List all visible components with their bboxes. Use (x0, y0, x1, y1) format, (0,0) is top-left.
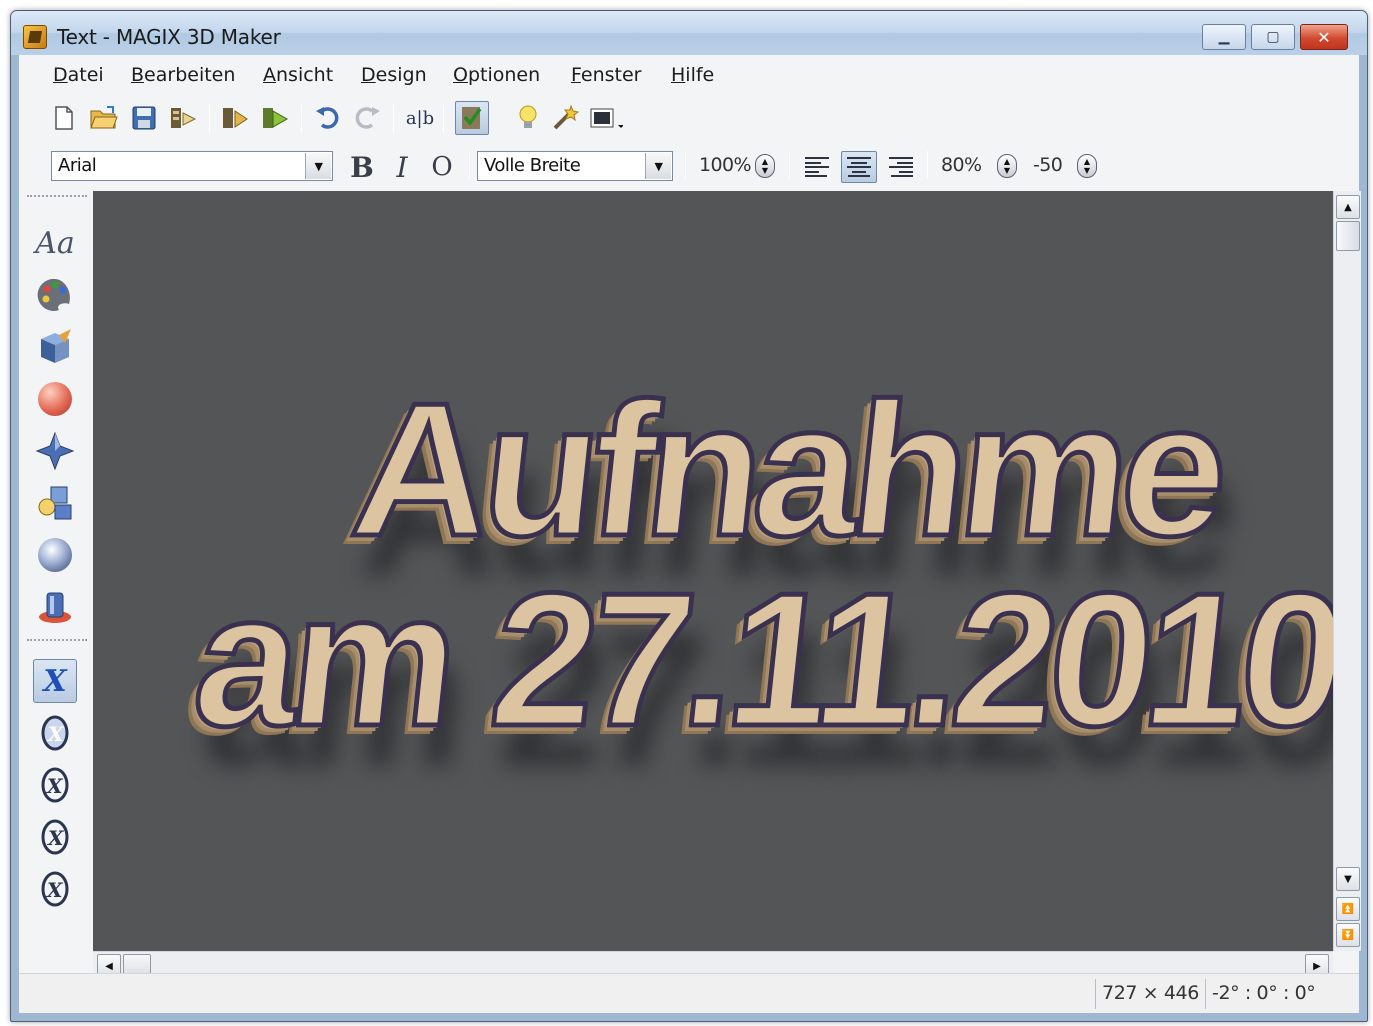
save-icon[interactable] (127, 101, 161, 135)
color-palette-icon[interactable] (33, 273, 77, 317)
magic-wand-icon[interactable] (549, 101, 583, 135)
import-icon[interactable] (219, 101, 253, 135)
menu-bar: Datei Bearbeiten Ansicht Design Optionen… (19, 55, 1359, 97)
shapes-icon[interactable] (33, 481, 77, 525)
minimize-button[interactable]: ▁ (1202, 24, 1246, 50)
export-icon[interactable] (167, 101, 201, 135)
char-spacing-spinner[interactable]: ▲ ▼ (1077, 154, 1097, 178)
close-icon: ✕ (1317, 27, 1331, 47)
toolbar-separator (927, 151, 928, 179)
menu-optionen[interactable]: Optionen (453, 64, 540, 86)
page-down-button[interactable]: ⏬ (1336, 923, 1360, 947)
tool-panel: Aa X X X X X (19, 191, 93, 973)
page-up-button[interactable]: ⏫ (1336, 897, 1360, 921)
size-spinner[interactable]: ▲ ▼ (755, 154, 775, 178)
toolbar-separator (393, 105, 394, 133)
reflection-sphere-icon[interactable] (33, 533, 77, 577)
text-line-2: am 27.11.2010 (183, 552, 1333, 769)
vertical-scrollbar[interactable]: ▲ ▼ ⏫ ⏬ (1333, 191, 1361, 951)
panel-grip[interactable] (27, 195, 87, 199)
svg-text:X: X (46, 722, 65, 746)
outline-button[interactable]: O (425, 151, 459, 183)
align-left-icon (805, 157, 829, 177)
3d-text-render[interactable]: Aufnahme am 27.11.2010 (93, 191, 1333, 951)
italic-button[interactable]: I (385, 151, 419, 184)
align-center-icon (847, 157, 871, 177)
width-mode-value: Volle Breite (484, 155, 581, 176)
size-value[interactable]: 100% (699, 154, 752, 176)
vertical-scroll-thumb[interactable] (1336, 221, 1360, 251)
render-area-icon[interactable] (589, 101, 623, 135)
scroll-down-button[interactable]: ▼ (1336, 867, 1360, 891)
char-spacing-value[interactable]: -50 (1033, 154, 1063, 176)
toolbar-separator (209, 105, 210, 133)
status-bar: 727 × 446 -2° : 0° : 0° (19, 973, 1359, 1013)
line-spacing-spinner[interactable]: ▲ ▼ (997, 154, 1017, 178)
toolbar-separator (685, 151, 686, 179)
svg-text:X: X (45, 774, 64, 798)
svg-text:X: X (46, 826, 65, 850)
toolbar-separator (301, 105, 302, 133)
x-rotate-4-icon[interactable]: X (33, 867, 77, 911)
x-rotate-2-icon[interactable]: X (33, 763, 77, 807)
undo-icon[interactable] (311, 101, 345, 135)
menu-datei[interactable]: Datei (53, 64, 104, 86)
main-toolbar: a|b (33, 97, 1359, 143)
font-select[interactable]: Arial ▼ (51, 151, 333, 181)
spell-check-icon[interactable]: a|b (403, 101, 437, 135)
minimize-icon: ▁ (1218, 29, 1230, 45)
bevel-star-icon[interactable] (33, 429, 77, 473)
app-icon[interactable] (23, 25, 47, 49)
chevron-down-icon[interactable]: ▼ (305, 153, 331, 179)
preview-canvas[interactable]: Aufnahme am 27.11.2010 (93, 191, 1333, 951)
font-value: Arial (58, 155, 97, 176)
preview-icon[interactable] (455, 101, 489, 135)
status-size: 727 × 446 (1095, 979, 1205, 1009)
menu-design[interactable]: Design (361, 64, 427, 86)
menu-hilfe[interactable]: Hilfe (671, 64, 714, 86)
line-spacing-value[interactable]: 80% (941, 154, 982, 176)
font-tool-icon[interactable]: Aa (33, 221, 77, 265)
x-axis-icon[interactable]: X (33, 659, 77, 703)
light-bulb-icon[interactable] (511, 101, 545, 135)
menu-fenster[interactable]: Fenster (571, 64, 641, 86)
menu-ansicht[interactable]: Ansicht (263, 64, 333, 86)
new-file-icon[interactable] (47, 101, 81, 135)
import-animation-icon[interactable] (259, 101, 293, 135)
open-folder-icon[interactable] (87, 101, 121, 135)
svg-text:X: X (45, 878, 64, 902)
toolbar-separator (469, 151, 470, 179)
maximize-button[interactable]: ▢ (1251, 24, 1295, 50)
align-right-button[interactable] (883, 151, 919, 183)
maximize-icon: ▢ (1266, 29, 1280, 45)
client-area: Datei Bearbeiten Ansicht Design Optionen… (19, 55, 1361, 1013)
align-right-icon (889, 157, 913, 177)
close-button[interactable]: ✕ (1300, 24, 1348, 50)
window-title: Text - MAGIX 3D Maker (57, 25, 281, 49)
menu-bearbeiten[interactable]: Bearbeiten (131, 64, 235, 86)
light-source-icon[interactable] (33, 585, 77, 629)
scroll-up-button[interactable]: ▲ (1336, 195, 1360, 219)
x-rotate-icon[interactable]: X (33, 711, 77, 755)
chevron-down-icon[interactable]: ▼ (645, 153, 671, 179)
width-mode-select[interactable]: Volle Breite ▼ (477, 151, 673, 181)
material-ball-icon[interactable] (33, 377, 77, 421)
title-bar[interactable]: Text - MAGIX 3D Maker ▁ ▢ ✕ (11, 11, 1367, 55)
toolbar-separator (789, 151, 790, 179)
status-rotation: -2° : 0° : 0° (1205, 979, 1321, 1009)
text-line-1: Aufnahme (341, 362, 1233, 579)
app-window: Text - MAGIX 3D Maker ▁ ▢ ✕ Datei Bearbe… (10, 10, 1368, 1022)
redo-icon[interactable] (351, 101, 385, 135)
format-toolbar: Arial ▼ B I O Volle Breite ▼ 100% ▲ ▼ 80… (33, 145, 1359, 189)
texture-cube-icon[interactable] (33, 325, 77, 369)
align-left-button[interactable] (799, 151, 835, 183)
toolbar-separator (443, 105, 444, 133)
align-center-button[interactable] (841, 151, 877, 183)
bold-button[interactable]: B (345, 151, 379, 184)
panel-grip[interactable] (27, 639, 87, 643)
x-rotate-3-icon[interactable]: X (33, 815, 77, 859)
